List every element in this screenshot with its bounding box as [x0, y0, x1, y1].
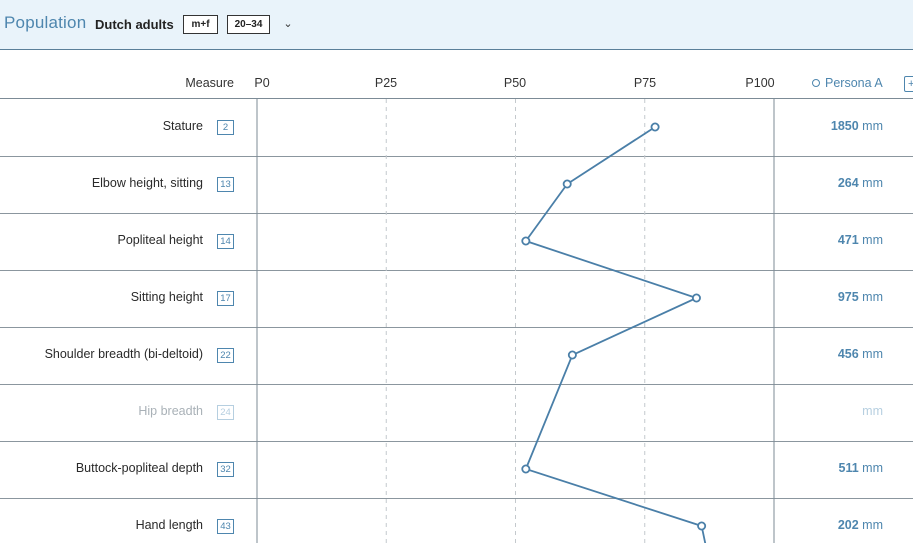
- scale-label-p25: P25: [374, 76, 398, 90]
- persona-a-point[interactable]: [691, 293, 701, 303]
- measure-value-number: 471: [837, 233, 859, 247]
- scale-label-p100: P100: [745, 76, 775, 90]
- measure-value[interactable]: 471 mm: [838, 233, 883, 247]
- measure-id-badge[interactable]: 14: [217, 234, 234, 249]
- measure-value-unit: mm: [858, 290, 883, 304]
- persona-a-point[interactable]: [697, 521, 707, 531]
- chevron-down-icon[interactable]: ⌄: [281, 16, 295, 32]
- persona-marker-icon: [812, 79, 820, 87]
- measure-id-badge[interactable]: 24: [217, 405, 234, 420]
- row-divider: [0, 270, 913, 271]
- measure-value-unit: mm: [858, 461, 883, 475]
- measure-id-badge[interactable]: 17: [217, 291, 234, 306]
- persona-a-point[interactable]: [567, 350, 577, 360]
- measure-value[interactable]: 202 mm: [838, 518, 883, 532]
- population-header: Population Dutch adults m+f 20–34 ⌄: [0, 0, 913, 50]
- measure-value-unit: mm: [858, 518, 883, 532]
- persona-a-label: Persona A: [825, 76, 883, 90]
- measure-value-number: 511: [838, 461, 859, 475]
- measure-value-number: 264: [837, 176, 859, 190]
- measure-value-unit: mm: [858, 119, 883, 133]
- measure-id-badge[interactable]: 22: [217, 348, 234, 363]
- measure-id-badge[interactable]: 32: [217, 462, 234, 477]
- measure-id-badge[interactable]: 2: [217, 120, 234, 135]
- measure-value-unit: mm: [862, 404, 883, 418]
- measure-value-number: 1850: [830, 119, 859, 133]
- measure-value-unit: mm: [858, 233, 883, 247]
- measure-value-unit: mm: [858, 176, 883, 190]
- measure-value[interactable]: 975 mm: [838, 290, 883, 304]
- add-persona-button[interactable]: +: [904, 76, 913, 92]
- measure-label: Elbow height, sitting: [91, 176, 203, 190]
- measure-column-header: Measure: [185, 76, 234, 90]
- measure-value-number: 202: [837, 518, 859, 532]
- measure-label: Shoulder breadth (bi-deltoid): [44, 347, 203, 361]
- population-name[interactable]: Dutch adults: [95, 17, 174, 32]
- row-divider: [0, 384, 913, 385]
- measure-value[interactable]: 264 mm: [838, 176, 883, 190]
- sex-filter-chip[interactable]: m+f: [183, 15, 218, 34]
- header-divider: [0, 98, 913, 99]
- measure-value-number: 975: [837, 290, 859, 304]
- persona-a-point[interactable]: [521, 236, 531, 246]
- measure-value-number: 456: [837, 347, 859, 361]
- measure-value[interactable]: mm: [862, 404, 883, 418]
- row-divider: [0, 498, 913, 499]
- persona-a-point[interactable]: [650, 122, 660, 132]
- measure-label: Popliteal height: [117, 233, 203, 247]
- row-divider: [0, 213, 913, 214]
- measure-label: Stature: [162, 119, 203, 133]
- row-divider: [0, 327, 913, 328]
- measure-label: Buttock-popliteal depth: [75, 461, 203, 475]
- persona-a-header[interactable]: Persona A: [812, 76, 883, 90]
- scale-label-p75: P75: [633, 76, 657, 90]
- measure-id-badge[interactable]: 43: [217, 519, 234, 534]
- section-title: Population: [4, 13, 87, 32]
- measure-value-unit: mm: [858, 347, 883, 361]
- persona-a-line: [524, 126, 707, 543]
- measure-label: Sitting height: [130, 290, 203, 304]
- scale-label-p50: P50: [503, 76, 527, 90]
- row-divider: [0, 156, 913, 157]
- age-filter-chip[interactable]: 20–34: [227, 15, 270, 34]
- measure-label: Hand length: [135, 518, 203, 532]
- measure-value[interactable]: 456 mm: [838, 347, 883, 361]
- measure-value[interactable]: 511 mm: [839, 461, 883, 475]
- persona-a-point[interactable]: [521, 464, 531, 474]
- row-divider: [0, 441, 913, 442]
- measure-id-badge[interactable]: 13: [217, 177, 234, 192]
- measure-label: Hip breadth: [138, 404, 203, 418]
- persona-a-point[interactable]: [562, 179, 572, 189]
- measure-value[interactable]: 1850 mm: [831, 119, 883, 133]
- scale-label-p0: P0: [254, 76, 270, 90]
